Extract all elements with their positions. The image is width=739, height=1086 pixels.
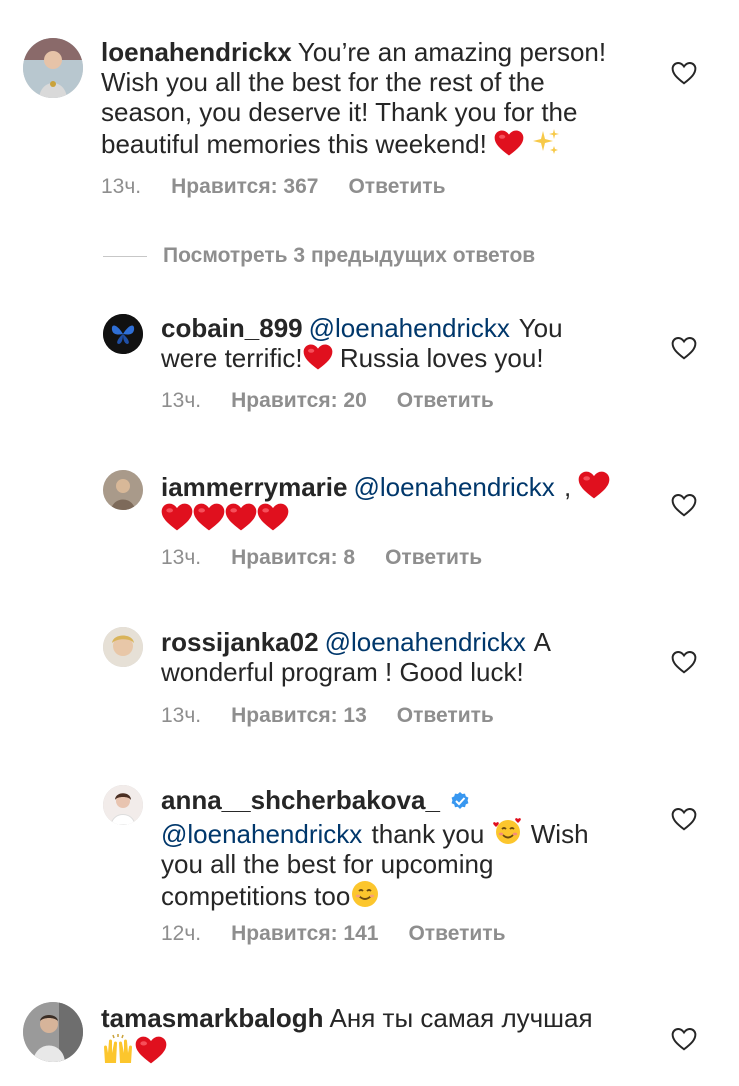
like-heart-icon[interactable] — [671, 650, 697, 674]
view-previous-replies[interactable]: Посмотреть 3 предыдущих ответов — [103, 244, 535, 268]
avatar[interactable] — [103, 627, 143, 667]
red-heart-emoji-icon — [578, 470, 610, 500]
reply-button[interactable]: Ответить — [348, 175, 445, 199]
comment-time: 13ч. — [101, 175, 142, 198]
mention-link[interactable]: @loenahendrickx — [353, 472, 554, 502]
divider-line — [103, 255, 147, 257]
username[interactable]: iammerrymarie — [161, 472, 347, 502]
like-heart-icon[interactable] — [671, 493, 697, 517]
avatar[interactable] — [103, 785, 143, 825]
comment-text: loenahendrickx You’re an amazing person! … — [101, 37, 641, 159]
username[interactable]: rossijanka02 — [161, 627, 319, 657]
comment-text: tamasmarkbalogh Аня ты самая лучшая — [101, 1003, 641, 1067]
avatar[interactable] — [103, 314, 143, 354]
username[interactable]: anna__shcherbakova_ — [161, 785, 440, 815]
reply-button[interactable]: Ответить — [408, 922, 505, 946]
avatar-photo-icon — [103, 785, 143, 825]
verified-badge-icon — [451, 792, 469, 809]
likes-count[interactable]: Нравится: 141 — [231, 922, 378, 946]
avatar-photo-icon — [103, 470, 143, 510]
reply-button[interactable]: Ответить — [397, 704, 494, 728]
like-heart-icon[interactable] — [671, 336, 697, 360]
reply-meta: 13ч. Нравится: 13 Ответить — [161, 704, 494, 728]
reply-button[interactable]: Ответить — [397, 389, 494, 413]
mention-link[interactable]: @loenahendrickx — [309, 313, 510, 343]
avatar[interactable] — [23, 1002, 83, 1062]
reply-text: cobain_899 @loenahendrickx You were terri… — [161, 313, 611, 373]
mention-link[interactable]: @loenahendrickx — [161, 819, 362, 849]
reply-button[interactable]: Ответить — [385, 546, 482, 570]
reply-time: 13ч. — [161, 546, 202, 569]
reply-body-a: , — [564, 472, 572, 502]
avatar-photo-icon — [23, 1002, 83, 1062]
red-heart-emoji-icon — [303, 343, 333, 371]
reply-time: 13ч. — [161, 704, 202, 727]
smiling-face-with-hearts-emoji-icon — [492, 818, 521, 844]
sparkles-emoji-icon — [533, 129, 560, 154]
raising-hands-emoji-icon — [104, 1034, 132, 1063]
username[interactable]: loenahendrickx — [101, 37, 292, 67]
reply-text: anna__shcherbakova_ @loenahendrickx than… — [161, 785, 631, 911]
view-previous-label[interactable]: Посмотреть 3 предыдущих ответов — [163, 244, 535, 268]
red-heart-emoji-icon — [161, 502, 193, 532]
likes-count[interactable]: Нравится: 367 — [171, 175, 318, 199]
likes-count[interactable]: Нравится: 13 — [231, 704, 367, 728]
avatar-photo-icon — [103, 627, 143, 667]
reply-time: 12ч. — [161, 922, 202, 945]
reply-text: rossijanka02 @loenahendrickx A wonderful … — [161, 627, 611, 687]
reply-body-a: thank you — [371, 819, 485, 849]
comment-body: Аня ты самая лучшая — [329, 1003, 593, 1033]
reply-meta: 12ч. Нравится: 141 Ответить — [161, 922, 506, 946]
red-heart-emoji-icon — [225, 502, 257, 532]
reply-meta: 13ч. Нравится: 8 Ответить — [161, 546, 482, 570]
like-heart-icon[interactable] — [671, 1027, 697, 1051]
red-heart-emoji-icon — [135, 1035, 167, 1065]
reply-text: iammerrymarie @loenahendrickx , — [161, 470, 641, 534]
red-heart-emoji-icon — [494, 129, 524, 157]
username[interactable]: tamasmarkbalogh — [101, 1003, 324, 1033]
likes-count[interactable]: Нравится: 20 — [231, 389, 367, 413]
red-heart-emoji-icon — [193, 502, 225, 532]
reply-meta: 13ч. Нравится: 20 Ответить — [161, 389, 494, 413]
like-heart-icon[interactable] — [671, 61, 697, 85]
reply-body-b: Russia loves you! — [339, 343, 544, 373]
username[interactable]: cobain_899 — [161, 313, 303, 343]
avatar-photo-icon — [23, 38, 83, 98]
mention-link[interactable]: @loenahendrickx — [325, 627, 526, 657]
avatar[interactable] — [23, 38, 83, 98]
comment-meta: 13ч. Нравится: 367 Ответить — [101, 175, 446, 199]
avatar[interactable] — [103, 470, 143, 510]
reply-time: 13ч. — [161, 389, 202, 412]
smiling-face-emoji-icon — [352, 881, 379, 907]
like-heart-icon[interactable] — [671, 807, 697, 831]
red-heart-emoji-icon — [257, 502, 289, 532]
likes-count[interactable]: Нравится: 8 — [231, 546, 355, 570]
butterfly-avatar-icon — [103, 314, 143, 354]
